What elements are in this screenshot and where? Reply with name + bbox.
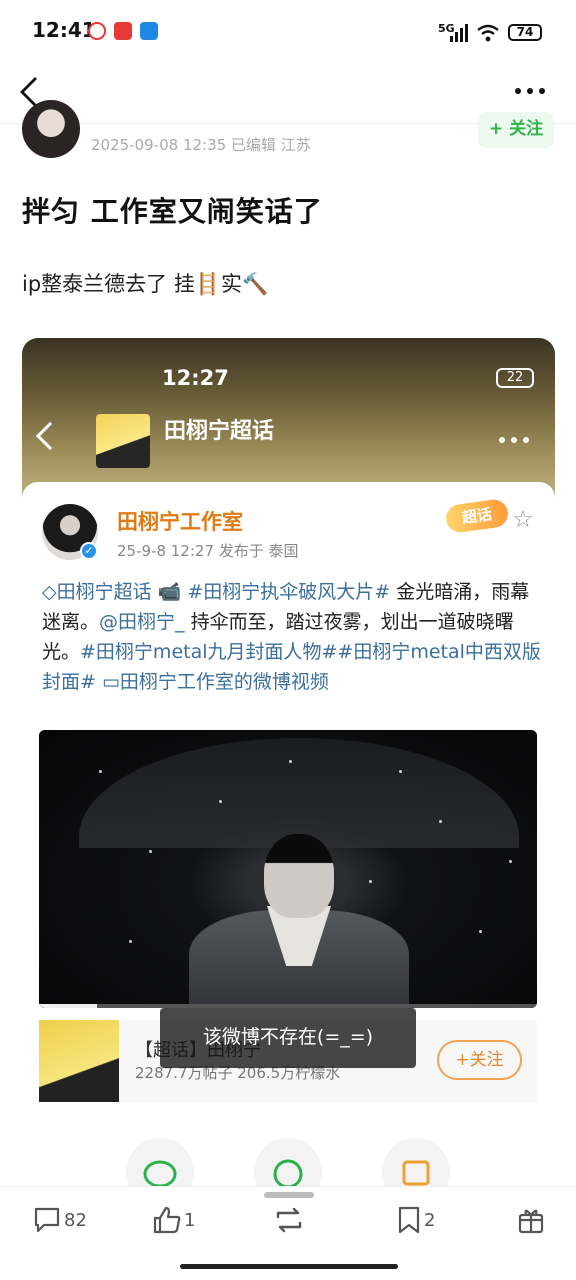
- text-hashtag-1: #田栩宁执伞破风大片#: [187, 581, 391, 603]
- snow-dot: [219, 800, 222, 803]
- comment-icon: [34, 1207, 60, 1233]
- snow-dot: [479, 930, 482, 933]
- post-title: 拌匀 工作室又闹笑话了: [22, 195, 323, 228]
- snow-dot: [439, 820, 442, 823]
- studio-meta: 25-9-8 12:27 发布于 泰国: [117, 542, 299, 560]
- message-app-icon: [140, 22, 158, 40]
- toast-message: 该微博不存在(=_=): [160, 1008, 416, 1068]
- like-icon: [153, 1206, 181, 1234]
- repost-icon: [276, 1207, 302, 1233]
- snow-dot: [289, 760, 292, 763]
- supertopic-cover: [39, 1020, 119, 1102]
- follow-button[interactable]: + 关注: [478, 112, 554, 148]
- snow-dot: [129, 940, 132, 943]
- sheet-handle[interactable]: [264, 1192, 314, 1198]
- text-video-link: ▭田栩宁工作室的微博视频: [95, 671, 329, 693]
- snow-dot: [399, 770, 402, 773]
- supertopic-badge: 超话: [444, 497, 510, 535]
- star-icon: ☆: [512, 505, 534, 533]
- text-mention: @田栩宁_: [99, 611, 185, 633]
- embedded-battery-level: 22: [506, 370, 524, 385]
- battery-icon: 74: [508, 24, 542, 41]
- verified-icon: ✓: [80, 542, 98, 560]
- video-frame: [39, 730, 537, 1008]
- gift-button[interactable]: [516, 1203, 546, 1237]
- comment-count: 82: [64, 1209, 87, 1231]
- bookmark-count: 2: [424, 1209, 436, 1231]
- embedded-page-title: 田栩宁超话: [164, 419, 275, 444]
- embedded-status-time: 12:27: [162, 366, 229, 390]
- post-meta: 2025-09-08 12:35 已编辑 江苏: [91, 136, 311, 154]
- weibo-app-icon: [88, 22, 106, 40]
- embedded-post-card: ✓ 田栩宁工作室 25-9-8 12:27 发布于 泰国 超话 ☆ ◇田栩宁超话…: [22, 482, 555, 1138]
- studio-name: 田栩宁工作室: [117, 510, 243, 534]
- snow-dot: [149, 850, 152, 853]
- embedded-battery-icon: 22: [496, 368, 534, 388]
- notification-app-icon: [114, 22, 132, 40]
- figure-head: [264, 834, 334, 918]
- author-avatar[interactable]: [22, 100, 80, 158]
- snow-dot: [369, 880, 372, 883]
- repost-button[interactable]: [272, 1203, 306, 1237]
- more-icon[interactable]: [514, 86, 546, 96]
- text-video-icon: 📹: [151, 581, 188, 603]
- snow-dot: [509, 860, 512, 863]
- like-count: 1: [184, 1209, 196, 1231]
- embedded-post-text: ◇田栩宁超话 📹 #田栩宁执伞破风大片# 金光暗涌，雨幕迷离。@田栩宁_ 持伞而…: [42, 577, 542, 697]
- embedded-topic-cover: [96, 414, 150, 468]
- gift-icon: [518, 1209, 544, 1234]
- bookmark-icon: [398, 1206, 420, 1234]
- status-time: 12:41: [32, 18, 96, 42]
- comment-button[interactable]: 82: [32, 1203, 87, 1237]
- status-bar: 12:41 5G 74: [0, 0, 576, 64]
- supertopic-follow-button: +关注: [437, 1040, 522, 1080]
- post-image[interactable]: 12:27 22 田栩宁超话 ✓ 田栩宁工作室 25-9-8 12:27 发布于…: [22, 338, 555, 1138]
- bookmark-button[interactable]: 2: [396, 1203, 435, 1237]
- embedded-more-icon: [499, 437, 529, 443]
- battery-level: 74: [516, 25, 534, 39]
- home-indicator[interactable]: [180, 1264, 398, 1269]
- snow-dot: [99, 770, 102, 773]
- post-body: ip整泰兰德去了 挂🪜实🔨: [22, 272, 269, 296]
- text-supertopic: ◇田栩宁超话: [42, 581, 152, 603]
- wifi-icon: [477, 24, 499, 42]
- signal-icon: [450, 24, 468, 42]
- like-button[interactable]: 1: [152, 1203, 195, 1237]
